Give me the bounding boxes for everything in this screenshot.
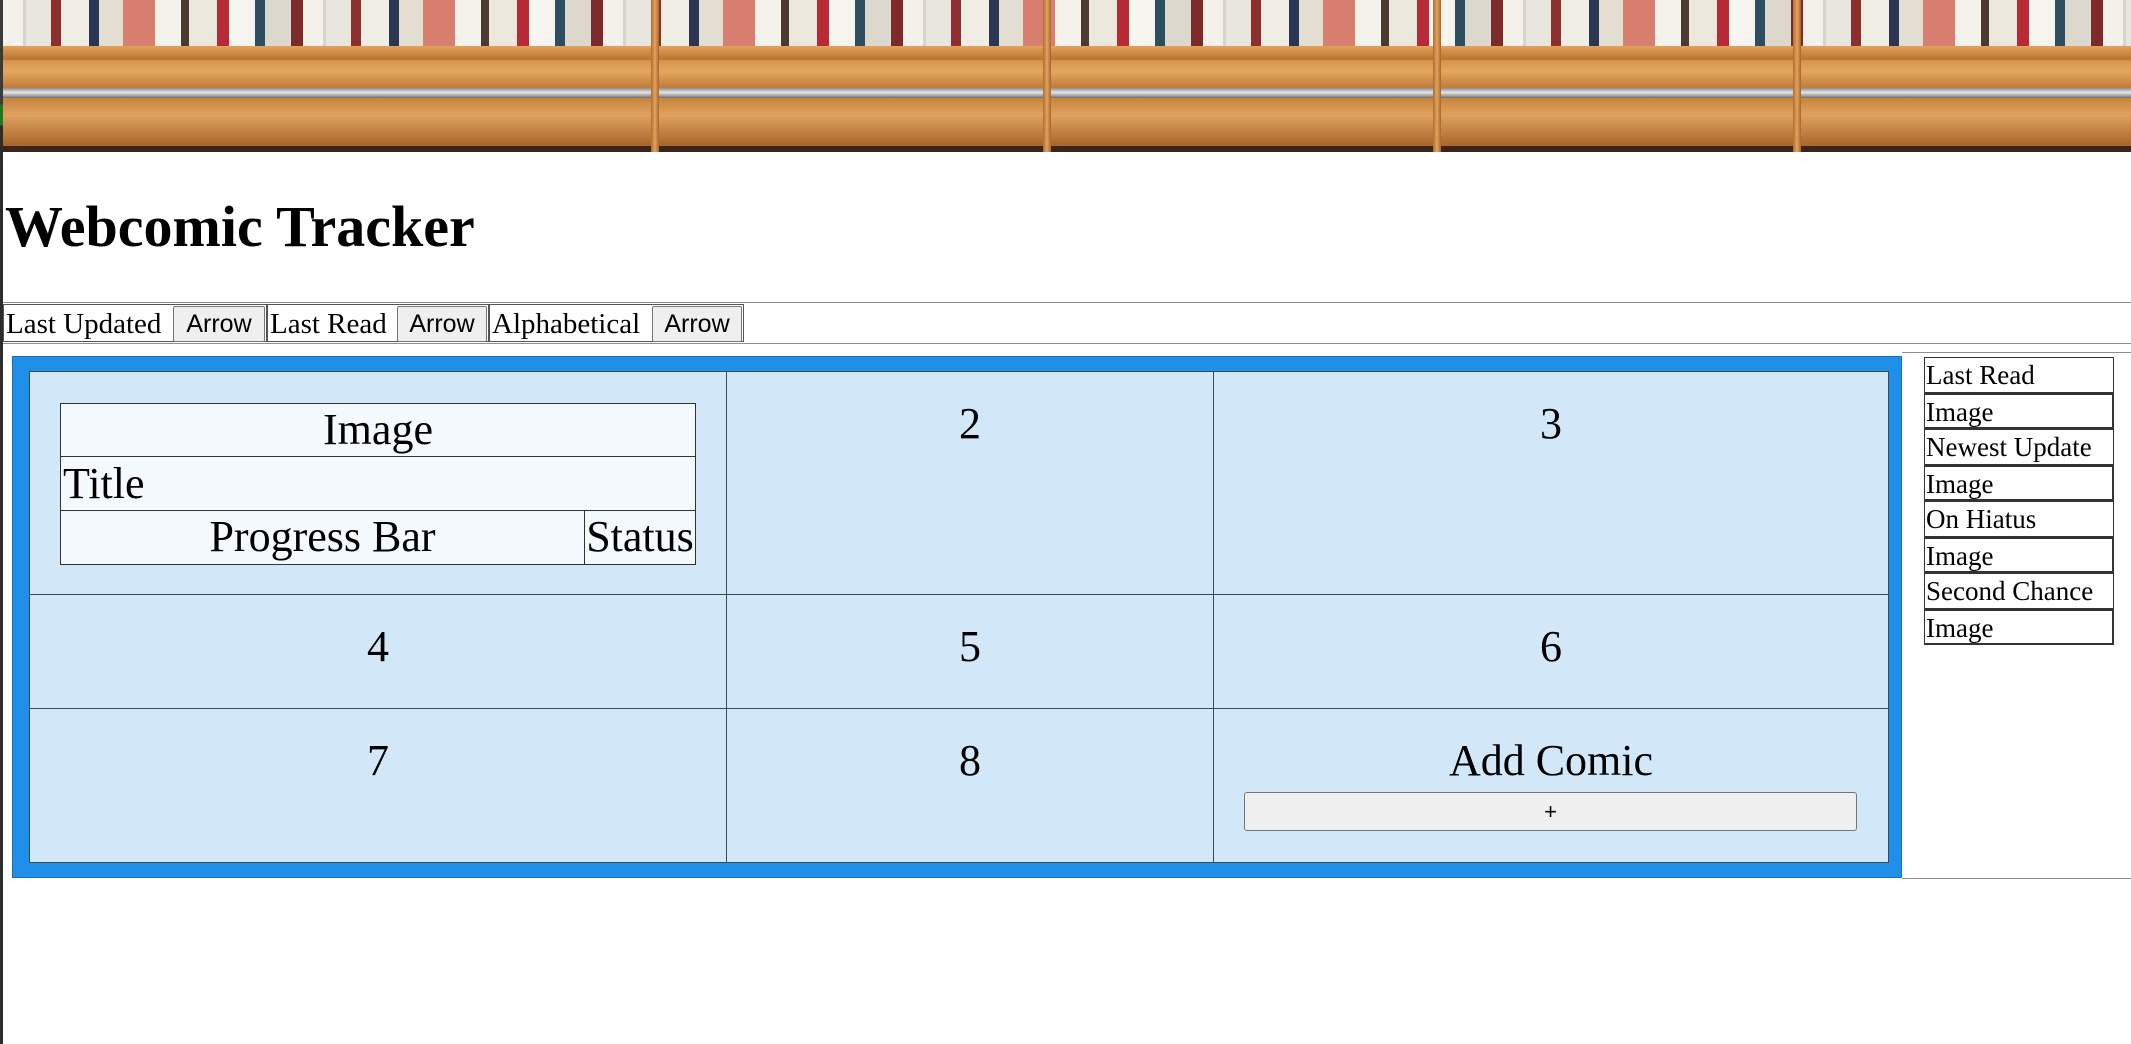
add-comic-cell: Add Comic + <box>1213 708 1889 863</box>
banner-shelf-top <box>3 46 2131 60</box>
comic-grid: Image Title Progress Bar Status 2 3 4 5 … <box>12 356 1902 878</box>
category-heading-second-chance: Second Chance <box>1924 573 2114 609</box>
sort-last-updated-arrow-button[interactable]: Arrow <box>173 306 265 342</box>
banner-shelf-front <box>3 60 2131 88</box>
sort-label-alphabetical: Alphabetical <box>492 308 641 340</box>
category-image-second-chance[interactable]: Image <box>1924 609 2114 645</box>
banner-rail <box>3 88 2131 98</box>
grid-cell-1[interactable]: Image Title Progress Bar Status <box>29 371 727 595</box>
banner-divider <box>1043 0 1051 152</box>
cell-number: 2 <box>959 399 981 448</box>
sort-label-last-read: Last Read <box>270 308 387 340</box>
grid-cell-8[interactable]: 8 <box>726 708 1214 863</box>
sort-label-last-updated: Last Updated <box>6 308 162 340</box>
cell-number: 8 <box>959 736 981 785</box>
add-comic-label: Add Comic <box>1448 736 1654 785</box>
card-progress-bar: Progress Bar <box>61 511 585 564</box>
cell-number: 7 <box>367 736 389 785</box>
category-heading-last-read: Last Read <box>1924 357 2114 393</box>
sort-last-read-arrow-button[interactable]: Arrow <box>397 306 487 342</box>
category-image-newest-update[interactable]: Image <box>1924 465 2114 501</box>
banner-divider <box>651 0 659 152</box>
category-heading-on-hiatus: On Hiatus <box>1924 501 2114 537</box>
sort-last-read: Last Read Arrow <box>267 304 489 342</box>
banner-divider <box>1793 0 1801 152</box>
cell-number: 6 <box>1540 622 1562 671</box>
comic-card[interactable]: Image Title Progress Bar Status <box>60 403 696 565</box>
card-title: Title <box>61 457 695 511</box>
banner-shelf-bottom <box>3 146 2131 152</box>
grid-cell-6[interactable]: 6 <box>1213 594 1889 709</box>
category-image-on-hiatus[interactable]: Image <box>1924 537 2114 573</box>
category-heading-newest-update: Newest Update <box>1924 429 2114 465</box>
page-title: Webcomic Tracker <box>5 194 475 259</box>
card-image-placeholder: Image <box>61 404 695 457</box>
sort-toolbar: Last Updated Arrow Last Read Arrow Alpha… <box>3 302 2131 344</box>
category-sidebar: Last Read Image Newest Update Image On H… <box>1902 352 2131 879</box>
banner-shelf-lower <box>3 98 2131 146</box>
cell-number: 4 <box>367 622 389 671</box>
grid-cell-5[interactable]: 5 <box>726 594 1214 709</box>
grid-cell-7[interactable]: 7 <box>29 708 727 863</box>
sort-alphabetical: Alphabetical Arrow <box>489 304 744 342</box>
grid-cell-3[interactable]: 3 <box>1213 371 1889 595</box>
bookshelf-banner <box>3 0 2131 152</box>
banner-divider <box>1433 0 1441 152</box>
category-list: Last Read Image Newest Update Image On H… <box>1924 357 2114 645</box>
sort-alphabetical-arrow-button[interactable]: Arrow <box>652 306 742 342</box>
window-edge <box>0 0 3 1044</box>
cell-number: 3 <box>1540 399 1562 448</box>
add-comic-button[interactable]: + <box>1244 792 1857 831</box>
card-status: Status <box>586 512 694 561</box>
sort-last-updated: Last Updated Arrow <box>3 304 267 342</box>
category-image-last-read[interactable]: Image <box>1924 393 2114 429</box>
cell-number: 5 <box>959 622 981 671</box>
grid-cell-4[interactable]: 4 <box>29 594 727 709</box>
grid-cell-2[interactable]: 2 <box>726 371 1214 595</box>
card-progress-row: Progress Bar Status <box>61 511 695 564</box>
banner-books <box>3 0 2131 48</box>
